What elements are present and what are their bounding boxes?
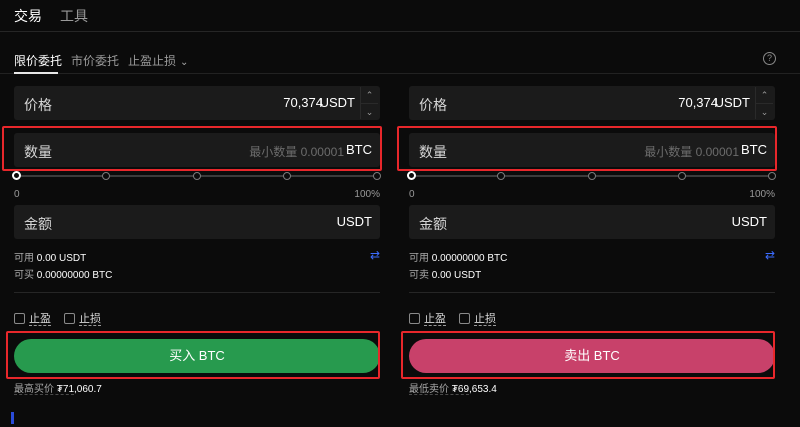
checkbox-icon	[14, 313, 25, 324]
highlight-box	[6, 331, 380, 379]
slider-handle[interactable]	[407, 171, 416, 180]
max-sell-label: 可卖	[409, 270, 429, 281]
transfer-icon[interactable]: ⇄	[370, 248, 380, 262]
buy-panel: 价格 70,374 USDT ⌃ ⌄ 数量 最小数量 0.00001 BTC 0…	[2, 0, 382, 427]
dashed-underline	[409, 394, 469, 395]
sell-percent-slider[interactable]	[407, 171, 776, 180]
slider-step-75[interactable]	[678, 172, 686, 180]
slider-step-100[interactable]	[373, 172, 381, 180]
highlight-box	[397, 126, 777, 171]
buy-stop-loss-checkbox[interactable]: 止损	[64, 310, 101, 326]
buy-amount-input[interactable]: 金额 USDT	[14, 205, 380, 239]
available-value: 0.00000000 BTC	[431, 253, 508, 264]
sell-available: 可用 0.00000000 BTC	[409, 249, 507, 264]
slider-max-label: 100%	[354, 189, 380, 200]
sell-best-price: 最低卖价 ₮69,653.4	[409, 380, 497, 395]
transfer-icon[interactable]: ⇄	[765, 248, 775, 262]
stop-loss-label: 止损	[474, 313, 496, 326]
sell-price-stepper: ⌃ ⌄	[755, 87, 773, 119]
buy-take-profit-checkbox[interactable]: 止盈	[14, 310, 51, 326]
available-label: 可用	[409, 253, 429, 264]
checkbox-icon	[409, 313, 420, 324]
checkbox-icon	[459, 313, 470, 324]
sell-price-value: 70,374	[678, 95, 718, 110]
scroll-indicator	[11, 412, 14, 424]
sell-amount-label: 金额	[419, 216, 447, 232]
sell-amount-unit: USDT	[731, 214, 767, 229]
slider-handle[interactable]	[12, 171, 21, 180]
decrement-icon[interactable]: ⌄	[361, 103, 378, 119]
slider-max-label: 100%	[749, 189, 775, 200]
slider-min-label: 0	[409, 189, 415, 200]
buy-price-unit: USDT	[319, 95, 355, 110]
available-label: 可用	[14, 253, 34, 264]
take-profit-label: 止盈	[424, 313, 446, 326]
slider-step-25[interactable]	[497, 172, 505, 180]
sell-max-sell: 可卖 0.00 USDT	[409, 266, 481, 281]
slider-min-label: 0	[14, 189, 20, 200]
checkbox-icon	[64, 313, 75, 324]
sell-take-profit-checkbox[interactable]: 止盈	[409, 310, 446, 326]
sell-price-input[interactable]: 价格 70,374 USDT ⌃ ⌄	[409, 86, 775, 120]
max-buy-value: 0.00000000 BTC	[36, 270, 113, 281]
highlight-box	[2, 126, 382, 171]
sell-amount-input[interactable]: 金额 USDT	[409, 205, 775, 239]
buy-available: 可用 0.00 USDT	[14, 249, 86, 264]
sell-price-unit: USDT	[714, 95, 750, 110]
slider-step-50[interactable]	[588, 172, 596, 180]
dashed-underline	[14, 394, 74, 395]
stop-loss-label: 止损	[79, 313, 101, 326]
increment-icon[interactable]: ⌃	[361, 87, 378, 103]
buy-max-buy: 可买 0.00000000 BTC	[14, 266, 112, 281]
decrement-icon[interactable]: ⌄	[756, 103, 773, 119]
available-value: 0.00 USDT	[36, 253, 87, 264]
slider-step-75[interactable]	[283, 172, 291, 180]
highlight-box	[401, 331, 775, 379]
increment-icon[interactable]: ⌃	[756, 87, 773, 103]
sell-stop-loss-checkbox[interactable]: 止损	[459, 310, 496, 326]
buy-amount-unit: USDT	[336, 214, 372, 229]
buy-percent-slider[interactable]	[12, 171, 381, 180]
buy-amount-label: 金额	[24, 216, 52, 232]
buy-price-value: 70,374	[283, 95, 323, 110]
buy-best-price: 最高买价 ₮71,060.7	[14, 380, 102, 395]
sell-panel: 价格 70,374 USDT ⌃ ⌄ 数量 最小数量 0.00001 BTC 0…	[397, 0, 777, 427]
buy-price-label: 价格	[24, 97, 52, 113]
take-profit-label: 止盈	[29, 313, 51, 326]
divider	[409, 292, 775, 293]
buy-price-input[interactable]: 价格 70,374 USDT ⌃ ⌄	[14, 86, 380, 120]
max-sell-value: 0.00 USDT	[431, 270, 482, 281]
slider-step-25[interactable]	[102, 172, 110, 180]
slider-step-100[interactable]	[768, 172, 776, 180]
buy-price-stepper: ⌃ ⌄	[360, 87, 378, 119]
slider-step-50[interactable]	[193, 172, 201, 180]
sell-price-label: 价格	[419, 97, 447, 113]
max-buy-label: 可买	[14, 270, 34, 281]
divider	[14, 292, 380, 293]
